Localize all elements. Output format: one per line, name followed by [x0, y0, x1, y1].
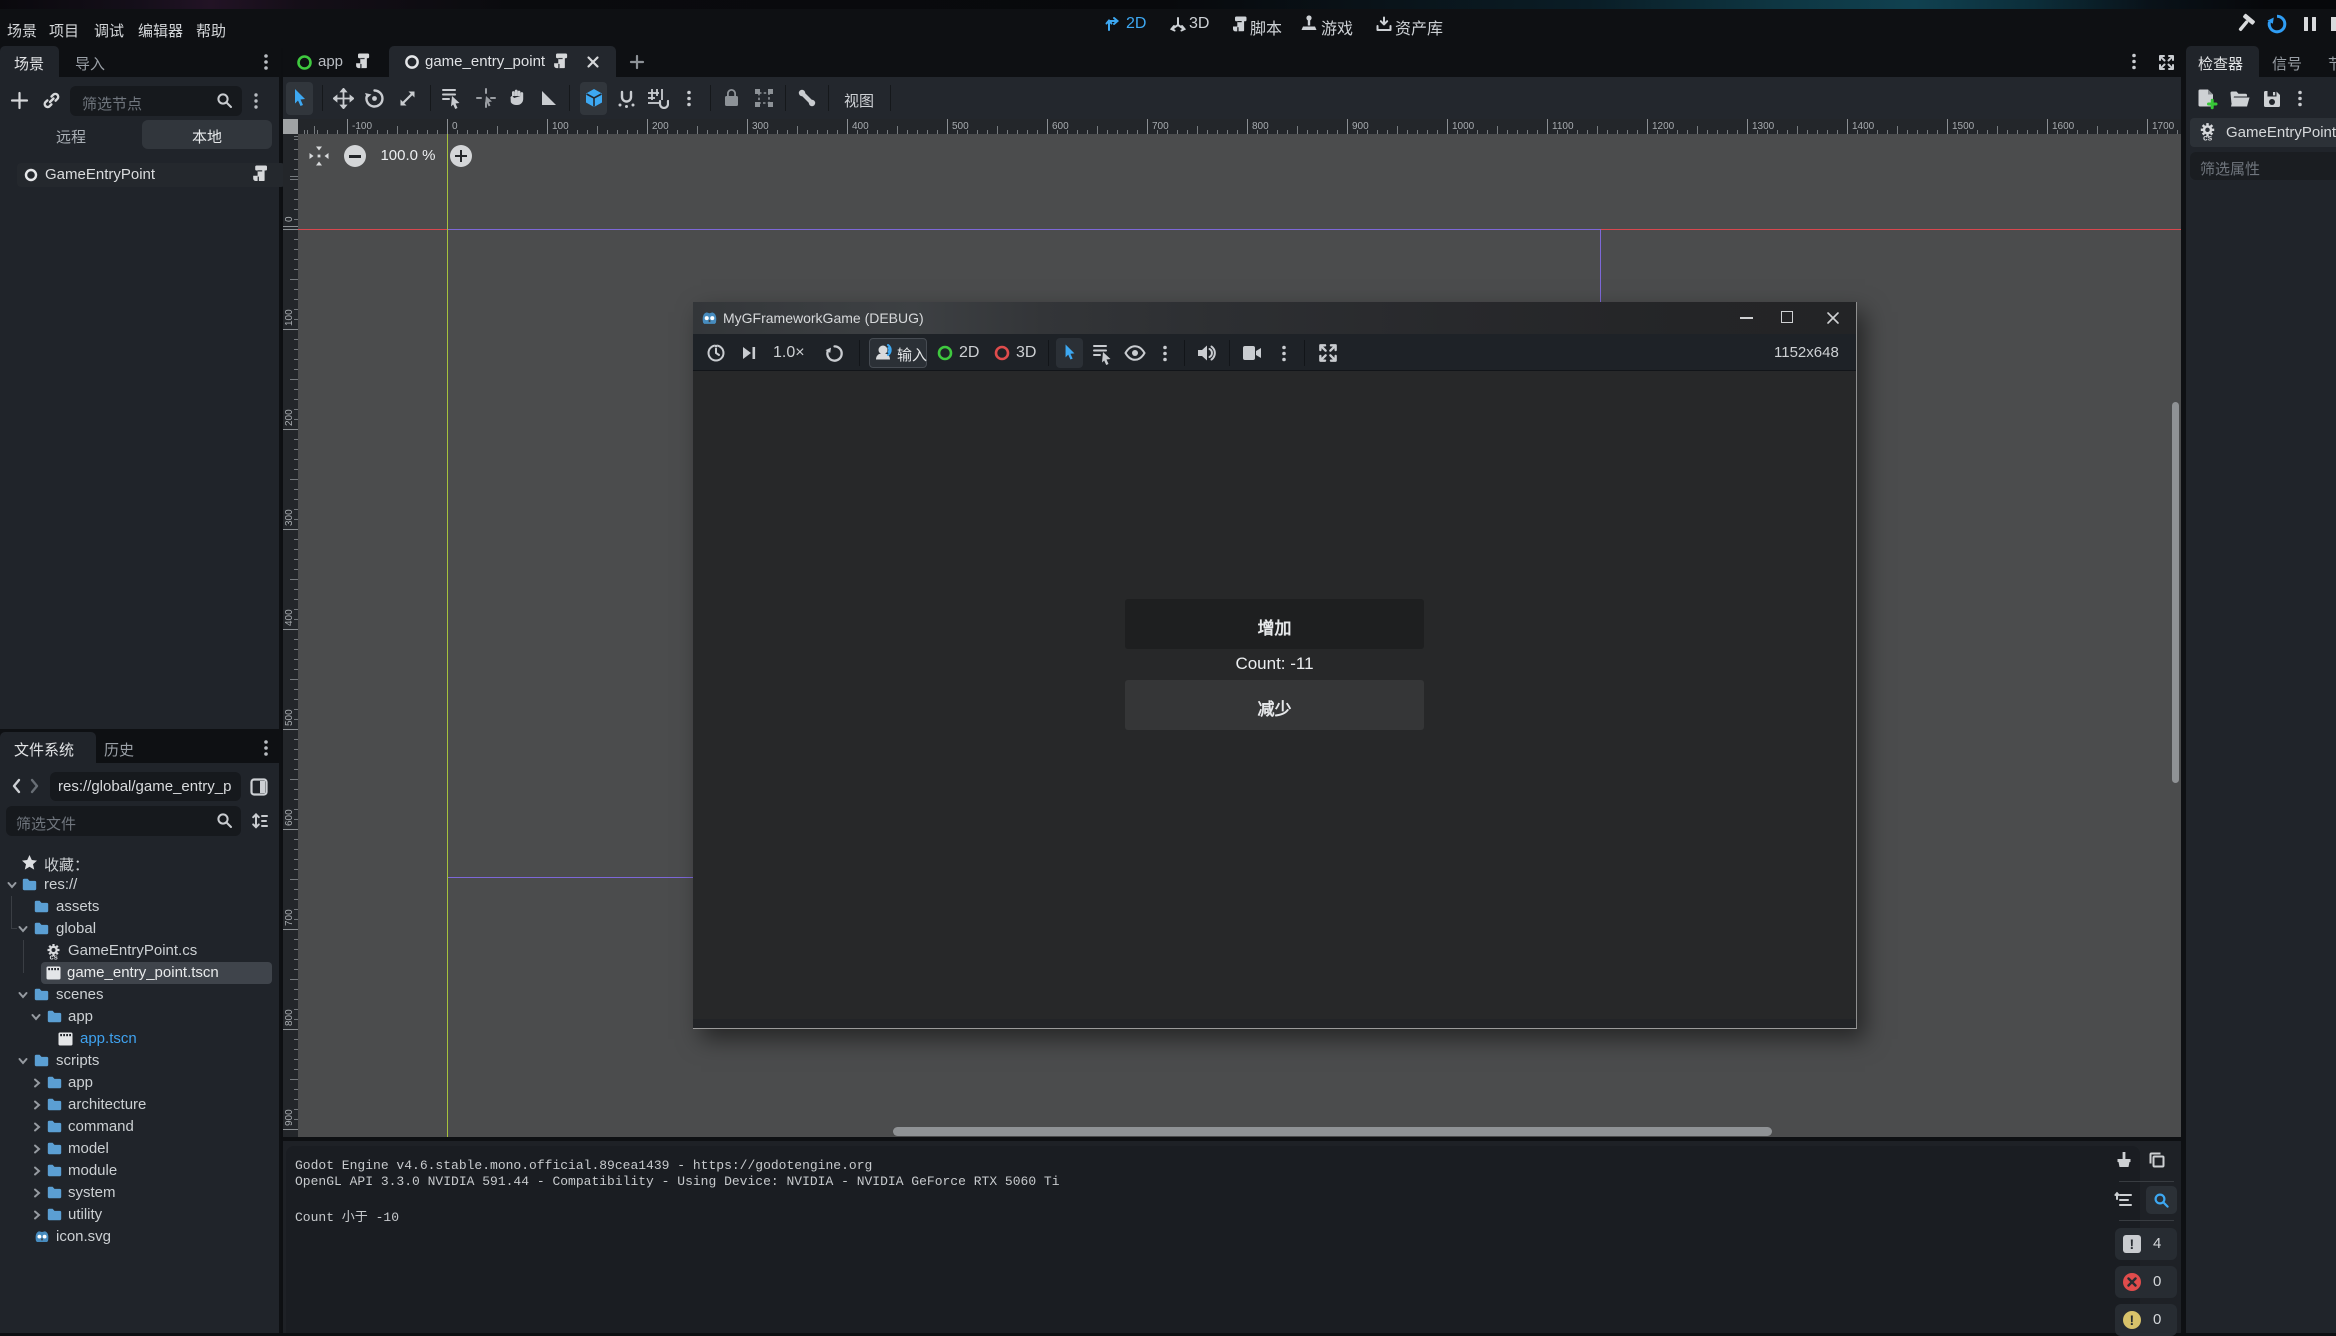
svg-text:cs: cs [2203, 132, 2213, 141]
svg-text:cs: cs [50, 953, 58, 961]
